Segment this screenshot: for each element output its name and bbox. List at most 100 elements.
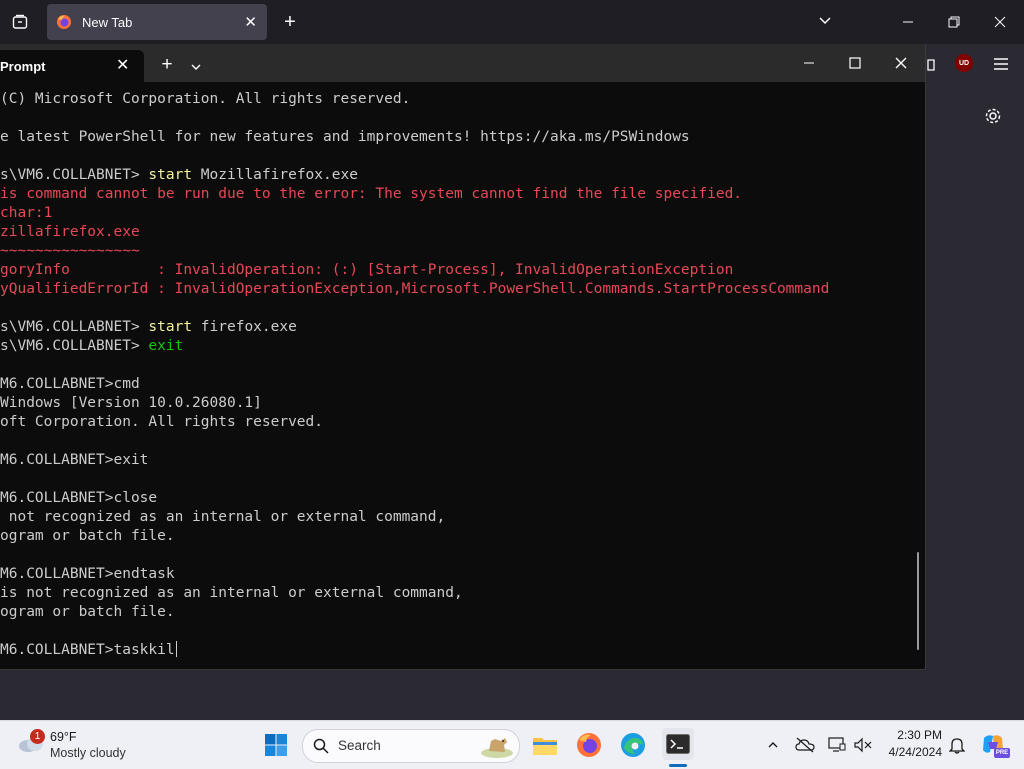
text-cursor: [175, 641, 177, 657]
terminal-line-text: zillafirefox.exe: [0, 224, 140, 240]
firefox-toolbar: UD: [925, 44, 1024, 84]
terminal-icon[interactable]: [662, 728, 694, 760]
terminal-line-text: exit: [148, 338, 184, 354]
terminal-line: ~~~~~~~~~~~~~~~~: [0, 242, 140, 261]
hamburger-menu-icon[interactable]: [989, 52, 1013, 76]
taskbar-search-box[interactable]: Search: [302, 729, 520, 763]
weather-alert-badge: 1: [30, 729, 45, 744]
terminal-line-text: goryInfo : InvalidOperation: (:) [Start-…: [0, 262, 734, 278]
terminal-running-indicator: [669, 764, 687, 767]
terminal-line-text: firefox.exe: [192, 319, 297, 335]
notification-bell-icon[interactable]: [946, 733, 968, 757]
terminal-window: Prompt ✕ + (C) Microsoft Corporation. Al…: [0, 44, 926, 670]
firefox-tab-close-icon[interactable]: ✕: [244, 13, 257, 31]
firefox-list-tabs-button[interactable]: [813, 8, 837, 32]
terminal-line: s\VM6.COLLABNET> exit: [0, 337, 183, 356]
terminal-line-text: (C) Microsoft Corporation. All rights re…: [0, 91, 411, 107]
terminal-output[interactable]: (C) Microsoft Corporation. All rights re…: [0, 82, 918, 669]
terminal-line: zillafirefox.exe: [0, 223, 140, 242]
terminal-line-text: Windows [Version 10.0.26080.1]: [0, 395, 262, 411]
display-icon[interactable]: [826, 733, 848, 757]
terminal-line: M6.COLLABNET>taskkil: [0, 641, 177, 660]
terminal-line: Windows [Version 10.0.26080.1]: [0, 394, 262, 413]
terminal-line: e latest PowerShell for new features and…: [0, 128, 690, 147]
terminal-tab-close-icon[interactable]: ✕: [116, 55, 129, 75]
terminal-line: ogram or batch file.: [0, 527, 175, 546]
firefox-restore-button[interactable]: [942, 10, 966, 34]
terminal-line: M6.COLLABNET>exit: [0, 451, 148, 470]
terminal-line: is command cannot be run due to the erro…: [0, 185, 742, 204]
terminal-tab-prompt[interactable]: Prompt ✕: [0, 50, 144, 82]
terminal-line-text: e latest PowerShell for new features and…: [0, 129, 690, 145]
terminal-line-text: M6.COLLABNET>cmd: [0, 376, 140, 392]
terminal-line-text: char:1: [0, 205, 53, 221]
search-placeholder: Search: [338, 738, 381, 753]
terminal-line: M6.COLLABNET>endtask: [0, 565, 175, 584]
terminal-line: goryInfo : InvalidOperation: (:) [Start-…: [0, 261, 733, 280]
terminal-line-text: s\VM6.COLLABNET>: [0, 319, 149, 335]
terminal-line-text: start: [148, 167, 193, 183]
terminal-line-text: ogram or batch file.: [0, 604, 175, 620]
clock-time: 2:30 PM: [897, 728, 942, 742]
terminal-line-text: M6.COLLABNET>exit: [0, 452, 149, 468]
terminal-dropdown-button[interactable]: [184, 55, 208, 79]
terminal-line: is not recognized as an internal or exte…: [0, 584, 463, 603]
settings-gear-icon[interactable]: [981, 104, 1005, 128]
extensions-icon[interactable]: [925, 52, 939, 76]
terminal-line-text: Mozillafirefox.exe: [192, 167, 358, 183]
terminal-line: s\VM6.COLLABNET> start firefox.exe: [0, 318, 297, 337]
volume-muted-icon[interactable]: [852, 733, 874, 757]
terminal-line: oft Corporation. All rights reserved.: [0, 413, 323, 432]
terminal-line-text: ~~~~~~~~~~~~~~~~: [0, 243, 140, 259]
edge-icon[interactable]: [618, 730, 648, 760]
terminal-line: ogram or batch file.: [0, 603, 175, 622]
firefox-minimize-button[interactable]: [896, 10, 920, 34]
terminal-maximize-button[interactable]: [843, 51, 867, 75]
show-hidden-icons-chevron-icon[interactable]: [764, 733, 782, 757]
firefox-new-tab-button[interactable]: +: [278, 10, 302, 34]
terminal-line: M6.COLLABNET>cmd: [0, 375, 140, 394]
terminal-line-text: start: [148, 319, 193, 335]
firefox-icon[interactable]: [574, 730, 604, 760]
clock-date: 4/24/2024: [888, 745, 942, 759]
onedrive-offline-icon[interactable]: [794, 733, 816, 757]
terminal-line: (C) Microsoft Corporation. All rights re…: [0, 90, 410, 109]
terminal-minimize-button[interactable]: [797, 51, 821, 75]
terminal-new-tab-button[interactable]: +: [155, 53, 179, 77]
terminal-line-text: M6.COLLABNET>taskkil: [0, 642, 175, 658]
search-icon: [311, 736, 331, 756]
terminal-line: s\VM6.COLLABNET> start Mozillafirefox.ex…: [0, 166, 358, 185]
firefox-tab-new-tab[interactable]: New Tab ✕: [47, 4, 267, 40]
terminal-line-text: is command cannot be run due to the erro…: [0, 186, 743, 202]
terminal-line: not recognized as an internal or externa…: [0, 508, 446, 527]
terminal-line: M6.COLLABNET>close: [0, 489, 157, 508]
terminal-line-text: yQualifiedErrorId : InvalidOperationExce…: [0, 281, 830, 297]
terminal-line-text: M6.COLLABNET>endtask: [0, 566, 175, 582]
terminal-line-text: ogram or batch file.: [0, 528, 175, 544]
terminal-tab-title: Prompt: [0, 59, 46, 74]
firefox-view-icon[interactable]: [8, 10, 32, 34]
terminal-line-text: s\VM6.COLLABNET>: [0, 167, 149, 183]
terminal-line-text: is not recognized as an internal or exte…: [0, 585, 463, 601]
ublock-extension-icon[interactable]: UD: [955, 54, 973, 72]
terminal-scrollbar[interactable]: [917, 552, 919, 650]
file-explorer-icon[interactable]: [530, 730, 560, 760]
firefox-tab-title: New Tab: [82, 14, 133, 30]
terminal-line-text: s\VM6.COLLABNET>: [0, 338, 149, 354]
taskbar: 1 69°F Mostly cloudy Search 2:30 PM 4/24…: [0, 720, 1024, 769]
copilot-preview-badge: PRE: [994, 748, 1010, 758]
terminal-line-text: M6.COLLABNET>close: [0, 490, 158, 506]
terminal-line: yQualifiedErrorId : InvalidOperationExce…: [0, 280, 829, 299]
search-highlight-dog-icon: [477, 732, 517, 760]
weather-widget[interactable]: 1 69°F Mostly cloudy: [16, 726, 146, 764]
firefox-tab-bar: New Tab ✕ +: [0, 0, 1024, 44]
terminal-line-text: not recognized as an internal or externa…: [0, 509, 446, 525]
terminal-close-button[interactable]: [889, 51, 913, 75]
terminal-title-bar: Prompt ✕ +: [0, 44, 925, 82]
terminal-line-text: oft Corporation. All rights reserved.: [0, 414, 324, 430]
terminal-line: char:1: [0, 204, 52, 223]
start-menu-icon[interactable]: [262, 731, 290, 759]
weather-temperature: 69°F: [50, 730, 77, 744]
taskbar-clock[interactable]: 2:30 PM 4/24/2024: [880, 728, 942, 762]
firefox-close-button[interactable]: [988, 10, 1012, 34]
